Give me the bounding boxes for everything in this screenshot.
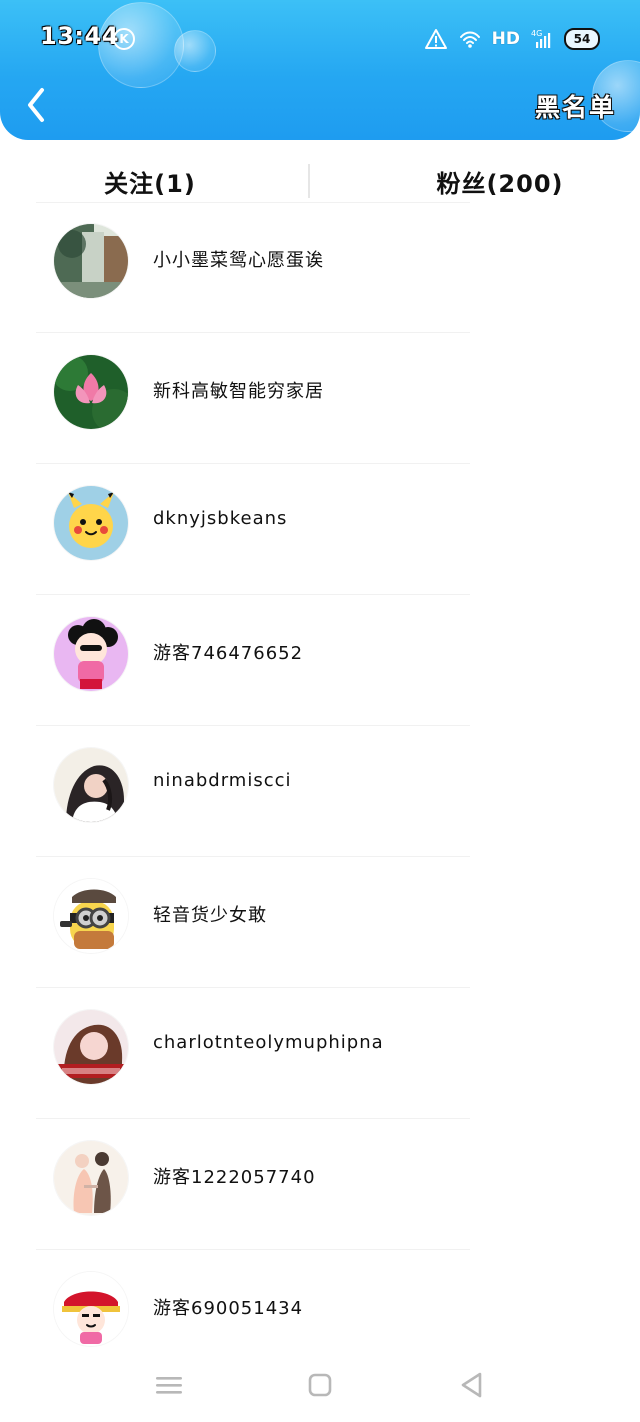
bottom-navigation <box>0 1356 640 1422</box>
list-item[interactable]: 小小墨菜鸳心愿蛋诶 <box>0 202 640 333</box>
avatar-cartoon-hat-icon <box>54 1272 128 1346</box>
wifi-icon <box>458 27 482 51</box>
hd-label: HD <box>491 29 520 49</box>
triangle-back-icon <box>461 1372 482 1398</box>
back-button[interactable] <box>18 82 52 128</box>
avatar-lotus-icon <box>54 355 128 429</box>
menu-icon <box>156 1377 182 1394</box>
avatar <box>54 355 128 429</box>
username: 新科高敏智能穷家居 <box>153 381 324 402</box>
menu-button[interactable] <box>152 1368 186 1402</box>
username: 小小墨菜鸳心愿蛋诶 <box>153 250 324 271</box>
username: dknyjsbkeans <box>153 508 288 529</box>
avatar <box>54 486 128 560</box>
tab-divider <box>308 164 310 198</box>
avatar <box>54 1272 128 1346</box>
top-header: 13:44 K HD 4G 54 黑名单 <box>0 0 640 140</box>
blacklist-button[interactable]: 黑名单 <box>535 84 616 128</box>
username: 游客1222057740 <box>153 1167 316 1188</box>
status-time: 13:44 <box>40 22 119 50</box>
list-item[interactable]: charlotnteolymuphipna <box>0 988 640 1119</box>
username: charlotnteolymuphipna <box>153 1032 384 1053</box>
avatar <box>54 748 128 822</box>
avatar-portrait-icon <box>54 748 128 822</box>
tab-follow-label: 关注(1) <box>104 169 196 198</box>
username: ninabdrmiscci <box>153 770 292 791</box>
avatar-couple-icon <box>54 1141 128 1215</box>
list-item[interactable]: dknyjsbkeans <box>0 464 640 595</box>
avatar-landscape-icon <box>54 224 128 298</box>
avatar <box>54 879 128 953</box>
status-bar: 13:44 K HD 4G 54 <box>0 0 640 78</box>
avatar <box>54 1010 128 1084</box>
list-item[interactable]: 游客1222057740 <box>0 1119 640 1250</box>
username: 游客746476652 <box>153 643 304 664</box>
square-icon <box>308 1373 332 1397</box>
chevron-left-icon <box>28 88 44 122</box>
alert-icon <box>424 27 448 51</box>
avatar <box>54 224 128 298</box>
tab-fans-label: 粉丝(200) <box>436 169 564 198</box>
k-icon: K <box>113 28 135 50</box>
home-button[interactable] <box>303 1368 337 1402</box>
svg-text:4G: 4G <box>531 29 542 38</box>
list-item[interactable]: 游客746476652 <box>0 595 640 726</box>
list-item[interactable]: 新科高敏智能穷家居 <box>0 333 640 464</box>
avatar-girl-banner-icon <box>54 1010 128 1084</box>
list-item[interactable]: ninabdrmiscci <box>0 726 640 857</box>
avatar-minion-icon <box>54 879 128 953</box>
blacklist-label: 黑名单 <box>534 93 616 122</box>
avatar-cartoon-girl-icon <box>54 617 128 691</box>
avatar-pikachu-icon <box>54 486 128 560</box>
status-icons: HD 4G 54 <box>424 26 600 52</box>
signal-icon: 4G <box>530 27 554 51</box>
username: 轻音货少女敢 <box>153 905 267 926</box>
screen: 13:44 K HD 4G 54 黑名单 关注(1) 粉丝(200) 小小墨菜鸳… <box>0 0 640 1422</box>
list-item[interactable]: 轻音货少女敢 <box>0 857 640 988</box>
system-back-button[interactable] <box>454 1368 488 1402</box>
fans-list: 小小墨菜鸳心愿蛋诶 新科高敏智能穷家居 dknyjsbkeans 游客74647… <box>0 202 640 1362</box>
battery-indicator: 54 <box>564 28 600 50</box>
avatar <box>54 617 128 691</box>
username: 游客690051434 <box>153 1298 304 1319</box>
avatar <box>54 1141 128 1215</box>
